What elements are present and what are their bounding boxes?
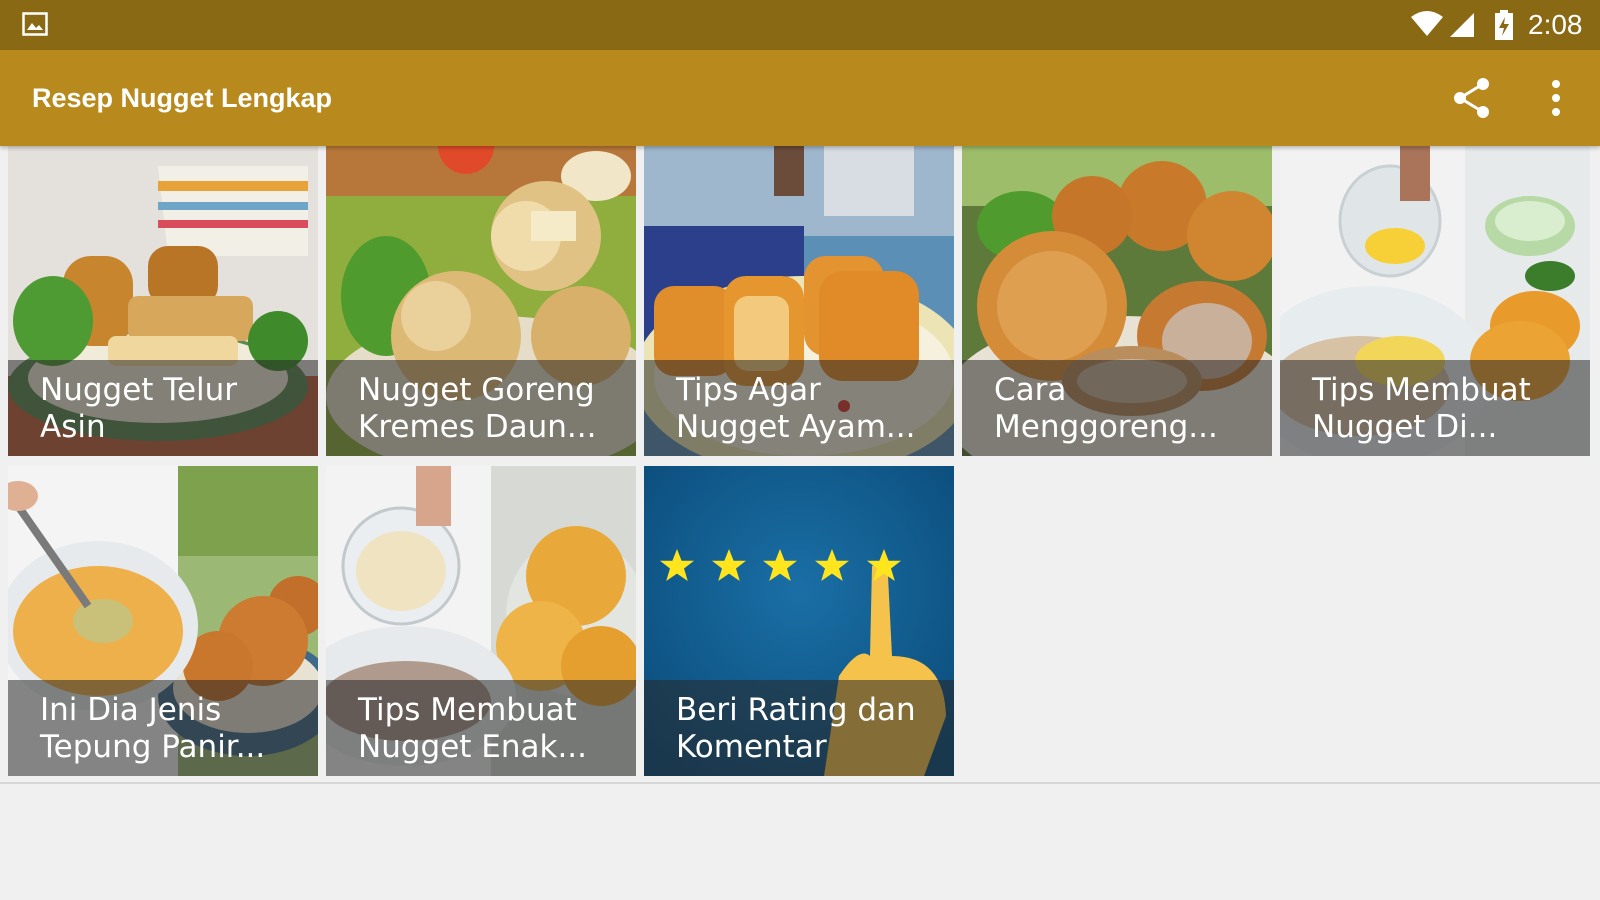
tile-caption-bg: Tips Membuat Nugget Enak... — [326, 680, 636, 776]
tile-caption-bg: Cara Menggoreng... — [962, 360, 1272, 456]
tile-title: Ini Dia Jenis Tepung Panir... — [40, 692, 266, 765]
gallery-icon — [22, 12, 48, 36]
share-button[interactable] — [1448, 74, 1496, 122]
tile-title: Cara Menggoreng... — [994, 372, 1218, 445]
tile-title: Tips Agar Nugget Ayam... — [676, 372, 916, 445]
tile-title: Nugget Telur Asin — [40, 372, 238, 445]
app-bar: Resep Nugget Lengkap — [0, 50, 1600, 146]
status-clock: 2:08 — [1528, 9, 1583, 40]
signal-icon — [1450, 13, 1474, 37]
rate-app-tile[interactable]: Beri Rating dan Komentar — [644, 466, 954, 776]
tile-caption-bg: Nugget Telur Asin — [8, 360, 318, 456]
tile-caption-bg: Tips Agar Nugget Ayam... — [644, 360, 954, 456]
app-title: Resep Nugget Lengkap — [32, 83, 333, 113]
recipe-tile[interactable]: Tips Membuat Nugget Di... — [1280, 146, 1590, 456]
recipe-grid: Nugget Telur Asin Nugget Goreng Kremes D… — [0, 146, 1600, 784]
recipe-tile[interactable]: Nugget Telur Asin — [8, 146, 318, 456]
tile-caption-bg: Nugget Goreng Kremes Daun... — [326, 360, 636, 456]
share-icon — [1454, 78, 1489, 118]
recipe-tile[interactable]: Tips Agar Nugget Ayam... — [644, 146, 954, 456]
tile-title: Tips Membuat Nugget Enak... — [358, 692, 588, 765]
tile-title: Tips Membuat Nugget Di... — [1312, 372, 1531, 445]
status-bar: 2:08 — [0, 0, 1600, 50]
tile-caption-bg: Tips Membuat Nugget Di... — [1280, 360, 1590, 456]
recipe-tile[interactable]: Ini Dia Jenis Tepung Panir... — [8, 466, 318, 776]
wifi-icon — [1411, 11, 1443, 36]
recipe-tile[interactable]: Tips Membuat Nugget Enak... — [326, 466, 636, 776]
battery-charging-icon — [1495, 10, 1513, 40]
tile-caption-bg: Beri Rating dan Komentar — [644, 680, 954, 776]
tile-caption-bg: Ini Dia Jenis Tepung Panir... — [8, 680, 318, 776]
divider — [0, 782, 1600, 784]
recipe-tile[interactable]: Cara Menggoreng... — [962, 146, 1272, 456]
more-vert-icon — [1552, 80, 1560, 116]
overflow-menu-button[interactable] — [1536, 74, 1576, 122]
tile-title: Beri Rating dan Komentar — [676, 692, 916, 765]
tile-title: Nugget Goreng Kremes Daun... — [358, 372, 597, 445]
recipe-tile[interactable]: Nugget Goreng Kremes Daun... — [326, 146, 636, 456]
